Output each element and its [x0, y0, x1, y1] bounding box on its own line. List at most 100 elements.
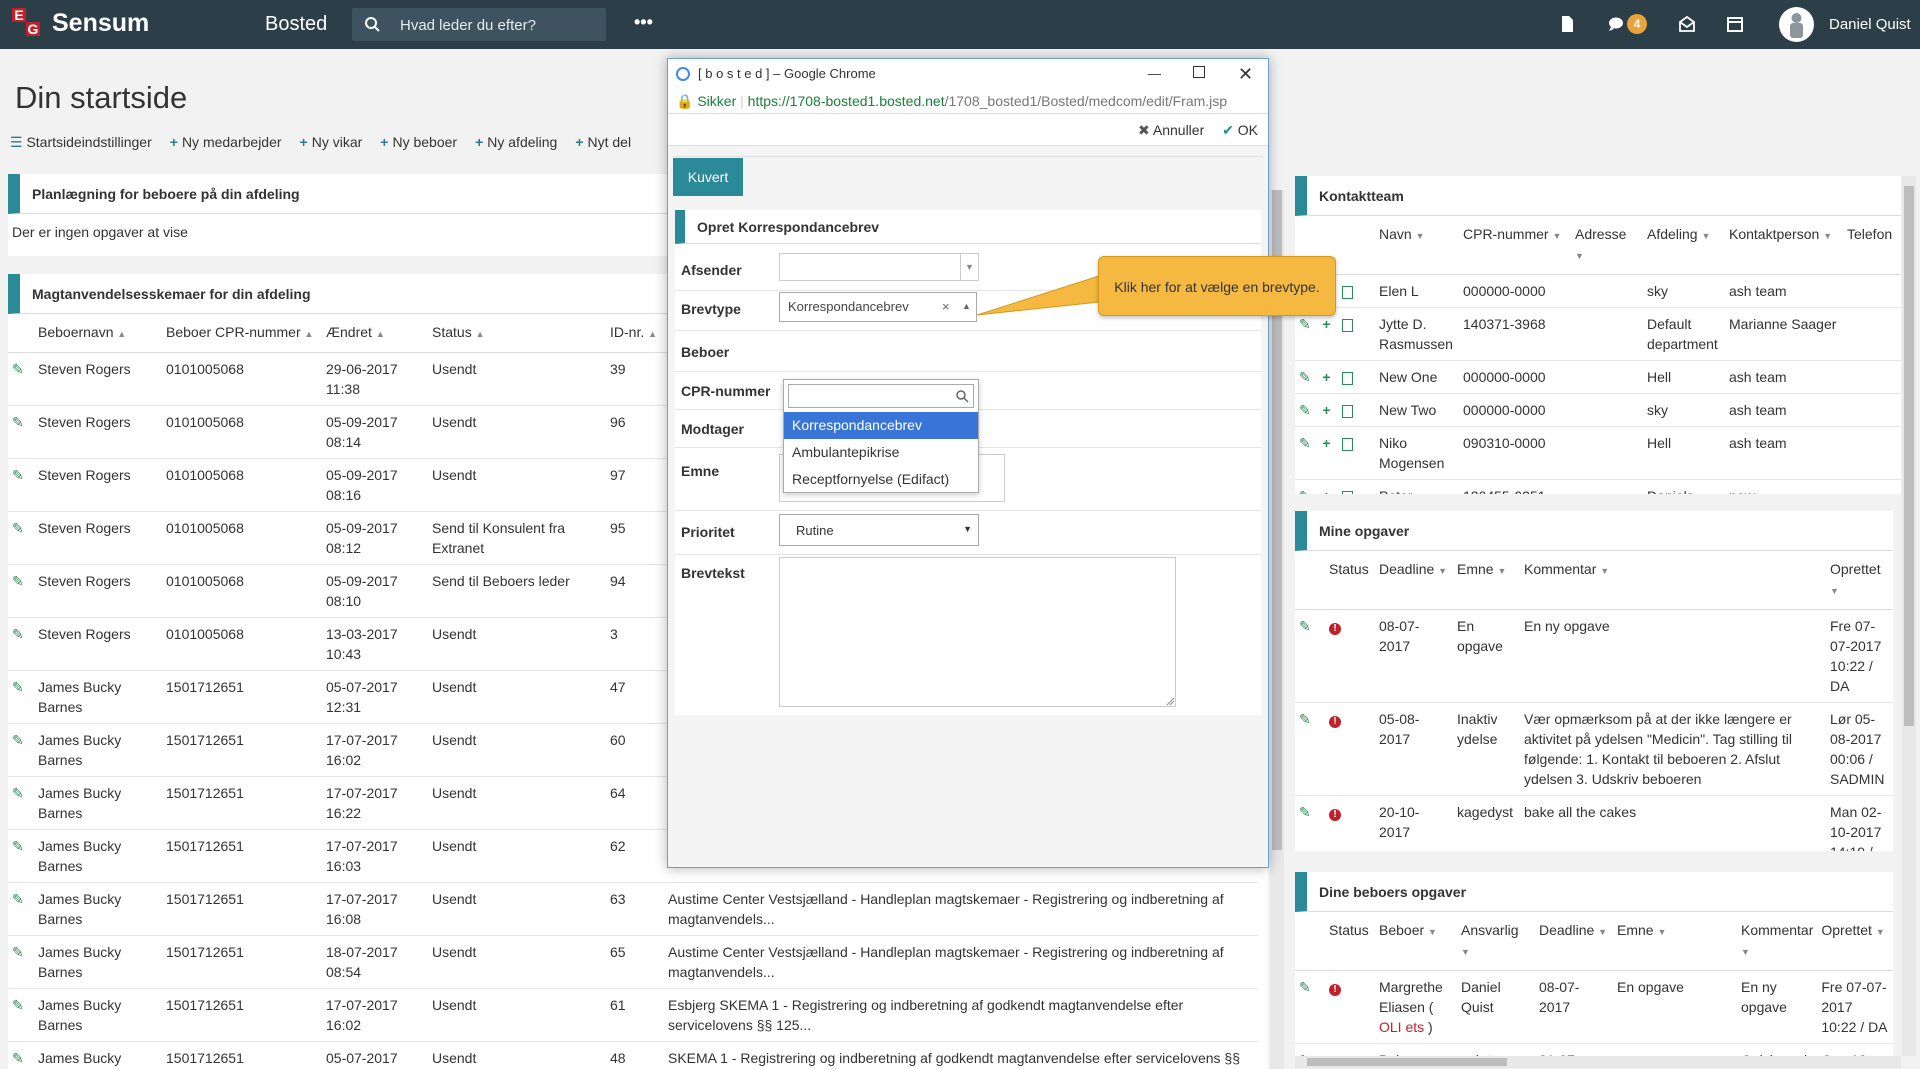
pdf-icon[interactable]: [1342, 437, 1354, 451]
pencil-icon[interactable]: ✎: [1299, 435, 1311, 451]
pencil-icon[interactable]: ✎: [12, 944, 24, 960]
plus-icon[interactable]: +: [1322, 316, 1330, 332]
table-row[interactable]: ✎ ! 08-07-2017 En opgave En ny opgave Fr…: [1295, 609, 1893, 703]
new-resident-link[interactable]: + Ny beboer: [380, 134, 457, 154]
search-icon[interactable]: [362, 14, 384, 36]
table-row[interactable]: ✎ ! Bober ash team 31-07 Quick goal task…: [1295, 1043, 1893, 1056]
col-id[interactable]: ID-nr. ▲: [606, 314, 664, 353]
col-responsible[interactable]: Ansvarlig ▼: [1457, 912, 1535, 971]
dropdown-search[interactable]: [788, 384, 974, 408]
plus-icon[interactable]: +: [1322, 435, 1330, 451]
option-ambulantepikrise[interactable]: Ambulantepikrise: [784, 439, 978, 466]
col-deadline[interactable]: Deadline ▼: [1535, 912, 1613, 971]
document-icon[interactable]: [1555, 12, 1579, 36]
close-icon[interactable]: ✕: [1238, 59, 1253, 89]
pencil-icon[interactable]: ✎: [1299, 316, 1311, 332]
settings-link[interactable]: ☰ Startsideindstillinger: [10, 134, 152, 154]
col-cpr[interactable]: CPR-nummer ▼: [1459, 216, 1571, 275]
pdf-icon[interactable]: [1342, 285, 1354, 299]
right-h-scrollbar[interactable]: [1295, 1056, 1901, 1068]
table-row[interactable]: ✎ + Jytte D. Rasmussen 140371-3968 Defau…: [1295, 307, 1901, 361]
table-row[interactable]: ✎ James Bucky Barnes 1501712651 17-07-20…: [8, 988, 1258, 1042]
pencil-icon[interactable]: ✎: [1299, 488, 1311, 494]
new-employee-link[interactable]: + Ny medarbejder: [170, 134, 282, 154]
scroll-thumb[interactable]: [1307, 1058, 1507, 1066]
logo[interactable]: E G Sensum: [12, 8, 149, 38]
col-status[interactable]: Status ▲: [428, 314, 606, 353]
sender-select[interactable]: ▼: [779, 253, 979, 281]
table-row[interactable]: ✎ + New One 000000-0000 Hell ash team: [1295, 360, 1901, 394]
table-row[interactable]: ✎ + Niko Mogensen 090310-0000 Hell ash t…: [1295, 426, 1901, 480]
pencil-icon[interactable]: ✎: [1299, 711, 1311, 727]
pencil-icon[interactable]: ✎: [12, 361, 24, 377]
table-row[interactable]: ✎ ! 20-10-2017 kagedyst bake all the cak…: [1295, 795, 1893, 851]
pencil-icon[interactable]: ✎: [1299, 618, 1311, 634]
right-scrollbar[interactable]: [1902, 176, 1916, 1056]
pencil-icon[interactable]: ✎: [12, 891, 24, 907]
letter-text-area[interactable]: [779, 557, 1176, 707]
pencil-icon[interactable]: ✎: [1299, 979, 1311, 995]
dropdown-search-input[interactable]: [793, 385, 953, 405]
pencil-icon[interactable]: ✎: [12, 732, 24, 748]
pencil-icon[interactable]: ✎: [12, 838, 24, 854]
resident-unit[interactable]: OLI ets: [1379, 1019, 1424, 1035]
col-status[interactable]: Status: [1325, 912, 1375, 971]
col-created[interactable]: Oprettet ▼: [1826, 551, 1893, 610]
resize-grip-icon[interactable]: [1165, 696, 1175, 706]
option-korrespondancebrev[interactable]: Korrespondancebrev: [784, 412, 978, 439]
pencil-icon[interactable]: ✎: [12, 785, 24, 801]
plus-icon[interactable]: +: [1322, 402, 1330, 418]
inbox-icon[interactable]: [1675, 12, 1699, 36]
table-row[interactable]: ✎ + Elen L 000000-0000 sky ash team: [1295, 274, 1901, 308]
pencil-icon[interactable]: ✎: [12, 997, 24, 1013]
main-scrollbar[interactable]: [1270, 190, 1284, 1069]
cancel-button[interactable]: ✖ Annuller: [1138, 122, 1204, 138]
pencil-icon[interactable]: ✎: [12, 679, 24, 695]
new-more-link[interactable]: + Nyt del: [575, 134, 631, 154]
maximize-icon[interactable]: [1193, 66, 1205, 78]
pdf-icon[interactable]: [1342, 371, 1354, 385]
letter-type-select[interactable]: Korrespondancebrev × ▲: [779, 292, 977, 322]
col-subject[interactable]: Emne ▼: [1453, 551, 1520, 610]
col-phone[interactable]: Telefon: [1843, 216, 1901, 275]
scroll-thumb[interactable]: [1904, 186, 1914, 726]
pencil-icon[interactable]: ✎: [12, 467, 24, 483]
pdf-icon[interactable]: [1342, 318, 1354, 332]
new-substitute-link[interactable]: + Ny vikar: [300, 134, 363, 154]
minimize-icon[interactable]: —: [1148, 59, 1161, 89]
pdf-icon[interactable]: [1342, 404, 1354, 418]
user-name[interactable]: Daniel Quist: [1829, 16, 1911, 33]
table-row[interactable]: ✎ ! 05-08-2017 Inaktiv ydelse Vær opmærk…: [1295, 702, 1893, 796]
col-contact-person[interactable]: Kontaktperson ▼: [1725, 216, 1843, 275]
app-name[interactable]: Bosted: [265, 13, 327, 36]
more-menu-icon[interactable]: •••: [634, 12, 653, 33]
col-resident-name[interactable]: Beboernavn ▲: [34, 314, 162, 353]
tab-kuvert[interactable]: Kuvert: [673, 158, 743, 196]
table-row[interactable]: ✎ James Bucky Barnes 1501712651 17-07-20…: [8, 882, 1258, 936]
address-bar[interactable]: 🔒 Sikker | https://1708-bosted1.bosted.n…: [668, 89, 1268, 114]
pencil-icon[interactable]: ✎: [12, 573, 24, 589]
pencil-icon[interactable]: ✎: [12, 414, 24, 430]
pencil-icon[interactable]: ✎: [1299, 369, 1311, 385]
pencil-icon[interactable]: ✎: [12, 1050, 24, 1066]
table-row[interactable]: ✎ ! Margrethe Eliasen ( OLI ets ) Daniel…: [1295, 970, 1893, 1044]
clear-icon[interactable]: ×: [942, 299, 950, 314]
col-name[interactable]: Navn ▼: [1375, 216, 1459, 275]
col-address[interactable]: Adresse ▼: [1571, 216, 1643, 275]
col-department[interactable]: Afdeling ▼: [1643, 216, 1725, 275]
table-row[interactable]: ✎ + Peter Lassen 120455-0251 Daniels afd…: [1295, 479, 1901, 494]
ok-button[interactable]: ✔ OK: [1222, 122, 1258, 138]
col-comment[interactable]: Kommentar ▼: [1737, 912, 1818, 971]
pdf-icon[interactable]: [1342, 490, 1354, 494]
table-row[interactable]: ✎ + New Two 000000-0000 sky ash team: [1295, 393, 1901, 427]
option-receptfornyelse[interactable]: Receptfornyelse (Edifact): [784, 466, 978, 493]
popup-titlebar[interactable]: [ b o s t e d ] – Google Chrome — ✕: [668, 59, 1268, 89]
new-department-link[interactable]: + Ny afdeling: [475, 134, 557, 154]
col-status[interactable]: Status: [1325, 551, 1375, 610]
chat-icon[interactable]: [1604, 12, 1628, 36]
col-created[interactable]: Oprettet ▼: [1817, 912, 1893, 971]
pencil-icon[interactable]: ✎: [12, 626, 24, 642]
search-input[interactable]: [400, 14, 600, 36]
col-comment[interactable]: Kommentar ▼: [1520, 551, 1826, 610]
col-changed[interactable]: Ændret ▲: [322, 314, 428, 353]
